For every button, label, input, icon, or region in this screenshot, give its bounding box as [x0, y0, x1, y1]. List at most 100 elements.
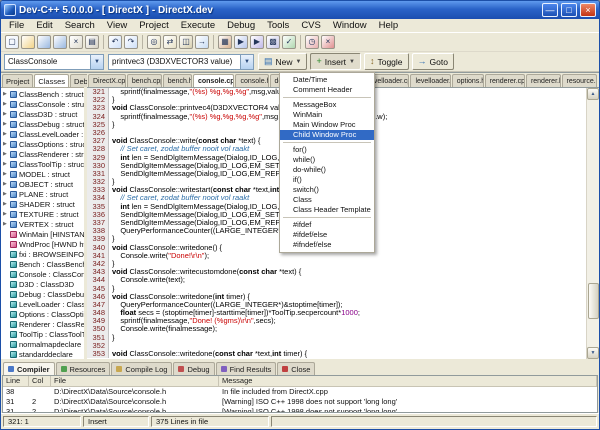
file-tab-bench-h[interactable]: bench.h	[163, 74, 192, 87]
compile-icon[interactable]: ▦	[218, 35, 232, 49]
file-tab-resource-h[interactable]: resource.h	[562, 74, 597, 87]
insert-menu-item-do-while[interactable]: do-while()	[280, 165, 374, 175]
tree-item-classd3d[interactable]: ▶ClassD3D : struct	[1, 109, 84, 119]
print-icon[interactable]: ▤	[85, 35, 99, 49]
tree-item-texture[interactable]: ▶TEXTURE : struct	[1, 209, 84, 219]
tree-item-tooltip[interactable]: ToolTip : ClassToolTip	[1, 329, 84, 339]
run-icon[interactable]: ▶	[234, 35, 248, 49]
message-row[interactable]: 38D:\DirectX\Data\Source\console.hIn fil…	[3, 387, 597, 397]
file-tab-bench-cpp[interactable]: bench.cpp	[127, 74, 162, 87]
insert-menu-item-if[interactable]: if()	[280, 175, 374, 185]
insert-menu-item-class[interactable]: Class	[280, 195, 374, 205]
tree-item-fxi[interactable]: fxi : BROWSEINFO	[1, 249, 84, 259]
new-member-button[interactable]: ▤New▼	[258, 53, 307, 70]
toggle-button[interactable]: ↕Toggle	[364, 53, 409, 70]
tree-item-options[interactable]: Options : ClassOptions	[1, 309, 84, 319]
panel-tab-compile-log[interactable]: Compile Log	[111, 362, 172, 375]
minimize-button[interactable]: —	[542, 3, 558, 17]
tree-item-renderer[interactable]: Renderer : ClassRenderer	[1, 319, 84, 329]
insert-menu-item-ifndef-else[interactable]: #ifndef/else	[280, 240, 374, 250]
chevron-down-icon[interactable]: ▼	[90, 55, 103, 69]
close-button[interactable]: ×	[580, 3, 596, 17]
panel-tab-debug[interactable]: Debug	[173, 362, 214, 375]
file-tab-directx-cpp[interactable]: DirectX.cpp	[88, 74, 126, 87]
save-icon[interactable]	[37, 35, 51, 49]
tree-item-classlevelloader[interactable]: ▶ClassLevelLoader : struct	[1, 129, 84, 139]
menu-view[interactable]: View	[101, 20, 133, 31]
insert-menu-item-comment-header[interactable]: Comment Header	[280, 85, 374, 95]
scrollbar-thumb[interactable]	[588, 283, 599, 319]
tree-item-wndproc[interactable]: WndProc [HWND hwnd]	[1, 239, 84, 249]
insert-menu-item-while[interactable]: while()	[280, 155, 374, 165]
file-tab-console-h[interactable]: console.h	[235, 74, 268, 87]
profile-icon[interactable]: ◷	[305, 35, 319, 49]
save-all-icon[interactable]	[53, 35, 67, 49]
find-icon[interactable]: ◎	[147, 35, 161, 49]
insert-menu-item-winmain[interactable]: WinMain	[280, 110, 374, 120]
goto-line-icon[interactable]: →	[195, 35, 209, 49]
tree-item-debug[interactable]: Debug : ClassDebug	[1, 289, 84, 299]
tree-item-classrenderer[interactable]: ▶ClassRenderer : struct	[1, 149, 84, 159]
tree-item-winmain[interactable]: WinMain [HINSTANCE hInst]	[1, 229, 84, 239]
insert-menu-item-ifdef-else[interactable]: #ifdef/else	[280, 230, 374, 240]
insert-button[interactable]: +Insert▼	[310, 53, 360, 70]
file-tab-levelloader-h[interactable]: levelloader.h	[410, 74, 450, 87]
tree-item-levelloader[interactable]: LevelLoader : ClassLevelLoader	[1, 299, 84, 309]
insert-menu-item-for[interactable]: for()	[280, 145, 374, 155]
panel-tab-find-results[interactable]: Find Results	[216, 362, 277, 375]
tree-item-model[interactable]: ▶MODEL : struct	[1, 169, 84, 179]
abort-icon[interactable]: ×	[321, 35, 335, 49]
tree-item-plane[interactable]: ▶PLANE : struct	[1, 189, 84, 199]
tree-item-console[interactable]: Console : ClassConsole	[1, 269, 84, 279]
replace-icon[interactable]: ⇄	[163, 35, 177, 49]
insert-menu-item-messagebox[interactable]: MessageBox	[280, 100, 374, 110]
open-project-icon[interactable]	[21, 35, 35, 49]
menu-cvs[interactable]: CVS	[295, 20, 327, 31]
file-tab-options-h[interactable]: options.h	[452, 74, 484, 87]
tree-item-classoptions[interactable]: ▶ClassOptions : struct	[1, 139, 84, 149]
menu-file[interactable]: File	[3, 20, 30, 31]
insert-menu-item-date-time[interactable]: Date/Time	[280, 75, 374, 85]
panel-tab-resources[interactable]: Resources	[56, 362, 111, 375]
panel-tab-compiler[interactable]: Compiler	[3, 362, 55, 375]
message-row[interactable]: 312D:\DirectX\Data\Source\console.h[Warn…	[3, 397, 597, 407]
tree-item-classtooltip[interactable]: ▶ClassToolTip : struct	[1, 159, 84, 169]
menu-search[interactable]: Search	[59, 20, 101, 31]
insert-menu-item-ifdef[interactable]: #ifdef	[280, 220, 374, 230]
tree-item-bench[interactable]: Bench : ClassBench	[1, 259, 84, 269]
menu-project[interactable]: Project	[133, 20, 175, 31]
class-tree[interactable]: ▶ClassBench : struct▶ClassConsole : stru…	[1, 87, 84, 359]
chevron-down-icon[interactable]: ▼	[240, 55, 253, 69]
new-source-icon[interactable]: ▢	[5, 35, 19, 49]
menu-tools[interactable]: Tools	[261, 20, 295, 31]
maximize-button[interactable]: □	[561, 3, 577, 17]
menu-debug[interactable]: Debug	[221, 20, 261, 31]
close-file-icon[interactable]: ×	[69, 35, 83, 49]
debug-icon[interactable]: ✓	[282, 35, 296, 49]
undo-icon[interactable]: ↶	[108, 35, 122, 49]
tree-item-classdebug[interactable]: ▶ClassDebug : struct	[1, 119, 84, 129]
sidebar-tab-classes[interactable]: Classes	[34, 74, 69, 87]
tree-item-shader[interactable]: ▶SHADER : struct	[1, 199, 84, 209]
tree-item-normalmapdeclare[interactable]: normalmapdeclare	[1, 339, 84, 349]
tree-item-classconsole[interactable]: ▶ClassConsole : struct	[1, 99, 84, 109]
scroll-down-icon[interactable]: ▼	[587, 347, 599, 359]
editor-scrollbar[interactable]: ▲ ▼	[586, 88, 599, 359]
rebuild-all-icon[interactable]: ▩	[266, 35, 280, 49]
panel-tab-close[interactable]: Close	[277, 362, 315, 375]
redo-icon[interactable]: ↷	[124, 35, 138, 49]
insert-menu-item-main-window-proc[interactable]: Main Window Proc	[280, 120, 374, 130]
insert-menu-item-switch[interactable]: switch()	[280, 185, 374, 195]
class-combo[interactable]: ClassConsole ▼	[4, 54, 104, 70]
insert-menu-item-child-window-proc[interactable]: Child Window Proc	[280, 130, 374, 140]
compile-and-run-icon[interactable]: ▶	[250, 35, 264, 49]
scroll-up-icon[interactable]: ▲	[587, 88, 599, 100]
file-tab-renderer-h[interactable]: renderer.h	[526, 74, 561, 87]
menu-window[interactable]: Window	[327, 20, 373, 31]
insert-menu-item-class-header-template[interactable]: Class Header Template	[280, 205, 374, 215]
tree-item-d3d[interactable]: D3D : ClassD3D	[1, 279, 84, 289]
goto-button[interactable]: →Goto	[412, 53, 454, 70]
menu-execute[interactable]: Execute	[175, 20, 221, 31]
menu-help[interactable]: Help	[373, 20, 405, 31]
tree-item-vertex[interactable]: ▶VERTEX : struct	[1, 219, 84, 229]
